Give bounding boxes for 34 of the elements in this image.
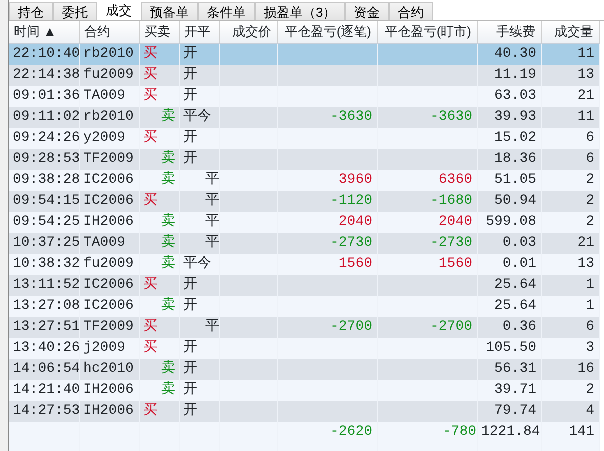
table-row[interactable]: 13:11:52 IC2006 买 开 25.64 1 xyxy=(9,274,599,296)
tab[interactable]: 委托 xyxy=(53,2,97,20)
table-row[interactable]: 09:11:02 rb2010 卖 平今 -3630 -3630 39.93 11 xyxy=(9,106,599,128)
column-header[interactable]: 手续费 xyxy=(477,21,541,43)
table-row[interactable]: 13:27:08 IC2006 卖 开 25.64 1 xyxy=(9,296,599,316)
tab[interactable]: 损盈单（3） xyxy=(255,2,346,20)
table-row[interactable]: 22:10:40 rb2010 买 开 40.30 11 xyxy=(9,43,599,64)
column-header[interactable]: 开平 xyxy=(179,21,219,43)
tab[interactable]: 资金 xyxy=(345,2,390,20)
tab[interactable]: 持仓 xyxy=(9,2,53,20)
column-header[interactable]: 成交价 xyxy=(219,21,277,43)
tab[interactable]: 预备单 xyxy=(141,2,198,20)
table-row[interactable]: 09:54:15 IC2006 买 平 -1120 -1680 50.94 2 xyxy=(9,190,599,212)
table-row[interactable]: 09:28:53 TF2009 卖 开 18.36 6 xyxy=(9,148,599,170)
column-header[interactable]: 合约 xyxy=(79,21,139,43)
tab[interactable]: 合约 xyxy=(389,2,434,20)
table-row[interactable]: 13:40:26 j2009 买 开 105.50 3 xyxy=(9,338,599,358)
table-row[interactable]: 22:14:38 fu2009 买 开 11.19 13 xyxy=(9,64,599,86)
table-row[interactable]: 14:21:40 IH2006 卖 开 39.71 2 xyxy=(9,380,599,400)
column-header[interactable]: 平仓盈亏(逐笔) xyxy=(277,21,377,43)
table-row[interactable]: 09:54:25 IH2006 卖 平 2040 2040 599.08 2 xyxy=(9,212,599,232)
column-header[interactable]: 平仓盈亏(盯市) xyxy=(377,21,477,43)
column-header[interactable]: 成交量 xyxy=(541,21,599,43)
table-row[interactable]: 13:27:51 TF2009 买 平 -2700 -2700 0.36 6 xyxy=(9,316,599,338)
tab[interactable]: 条件单 xyxy=(198,2,255,20)
column-header[interactable]: 买卖 xyxy=(139,21,179,43)
table-row[interactable]: 10:38:32 fu2009 卖 平今 1560 1560 0.01 13 xyxy=(9,254,599,274)
table-row[interactable]: 14:06:54 hc2010 卖 开 56.31 16 xyxy=(9,358,599,380)
table-row[interactable]: 09:01:36 TA009 买 开 63.03 21 xyxy=(9,86,599,106)
table-row[interactable]: 10:37:25 TA009 卖 平 -2730 -2730 0.03 21 xyxy=(9,232,599,254)
column-header[interactable]: 时间 ▲ xyxy=(9,21,79,43)
table-row[interactable]: 14:27:53 IH2006 买 开 79.74 4 xyxy=(9,400,599,422)
table-row[interactable]: 09:24:26 y2009 买 开 15.02 6 xyxy=(9,128,599,148)
table-row[interactable]: 09:38:28 IC2006 卖 平 3960 6360 51.05 2 xyxy=(9,170,599,190)
